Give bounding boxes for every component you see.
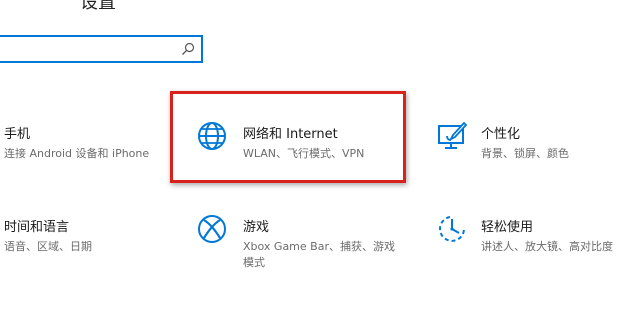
xbox-icon (198, 215, 226, 243)
tile-gaming-desc: Xbox Game Bar、捕获、游戏 模式 (243, 239, 395, 271)
tile-ease-of-access[interactable]: 轻松使用 讲述人、放大镜、高对比度 (481, 216, 613, 255)
tile-time-language[interactable]: 时间和语言 语音、区域、日期 (4, 216, 92, 255)
tile-personalization[interactable]: 个性化 背景、锁屏、颜色 (481, 123, 569, 162)
page-title: 设置 (80, 0, 116, 13)
search-input[interactable] (0, 35, 203, 63)
tile-gaming-desc-line1: Xbox Game Bar、捕获、游戏 (243, 240, 395, 253)
tile-phone-desc: 连接 Android 设备和 iPhone (4, 147, 150, 160)
ease-of-access-icon (439, 216, 465, 242)
tile-gaming[interactable]: 游戏 Xbox Game Bar、捕获、游戏 模式 (243, 216, 395, 271)
tile-phone-name: 手机 (4, 127, 31, 142)
tile-gaming-desc-line2: 模式 (243, 256, 265, 269)
tile-personalization-desc: 背景、锁屏、颜色 (481, 147, 569, 160)
tile-time-language-name: 时间和语言 (4, 220, 70, 235)
search-icon (182, 42, 195, 55)
tile-phone[interactable]: 手机 连接 Android 设备和 iPhone (4, 123, 149, 162)
tile-time-language-desc: 语音、区域、日期 (4, 240, 92, 253)
tile-ease-of-access-name: 轻松使用 (481, 220, 534, 235)
highlight-box (170, 91, 406, 183)
tile-gaming-name: 游戏 (243, 220, 270, 235)
tile-personalization-name: 个性化 (481, 127, 521, 142)
tile-ease-of-access-desc: 讲述人、放大镜、高对比度 (481, 240, 613, 253)
personalization-icon (438, 121, 467, 149)
